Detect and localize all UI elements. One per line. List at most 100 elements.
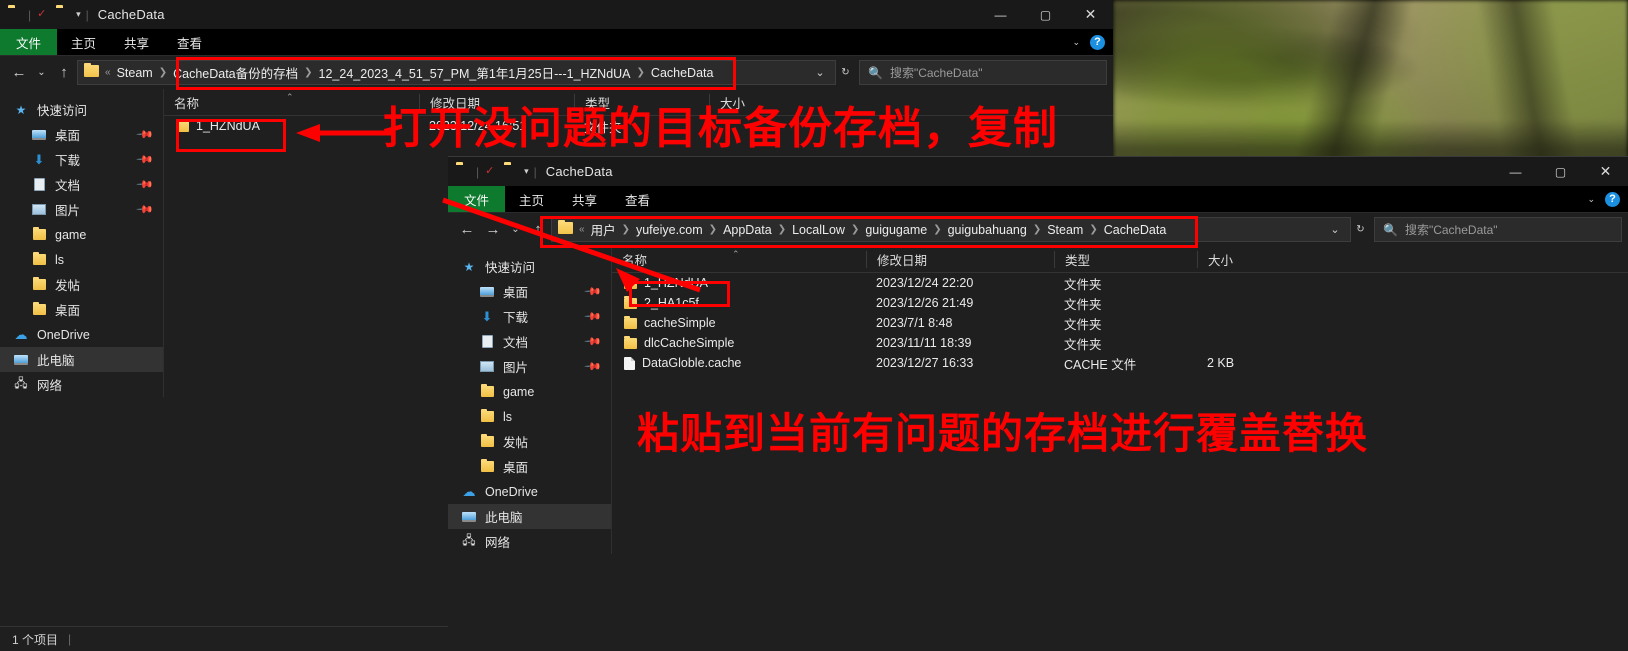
folder-icon	[32, 302, 46, 315]
table-row[interactable]: DataGloble.cache 2023/12/27 16:33 CACHE 文件…	[612, 353, 1628, 373]
address-bar-actions-2[interactable]: ⌄	[1324, 223, 1346, 236]
sidebar-item-3[interactable]: 文档 📌	[0, 172, 163, 197]
pin-icon[interactable]: 📌	[584, 282, 603, 301]
address-dropdown-icon[interactable]: ⌄	[809, 66, 831, 79]
cell-name[interactable]: cacheSimple	[612, 316, 866, 330]
sidebar-item-6[interactable]: ls	[448, 404, 611, 429]
sidebar-item-10[interactable]: 此电脑	[448, 504, 611, 529]
tab-share[interactable]: 共享	[558, 186, 611, 212]
new-folder-icon[interactable]	[56, 8, 71, 22]
cell-name[interactable]: DataGloble.cache	[612, 356, 866, 370]
pin-icon[interactable]: 📌	[136, 150, 155, 169]
maximize-button[interactable]: ▢	[1023, 0, 1068, 29]
sidebar-item-2[interactable]: ⬇ 下载 📌	[448, 304, 611, 329]
recent-locations-button[interactable]: ⌄	[506, 217, 525, 243]
properties-icon[interactable]	[36, 8, 51, 22]
sidebar-item-10[interactable]: 此电脑	[0, 347, 163, 372]
minimize-button[interactable]: —	[1493, 157, 1538, 186]
maximize-button[interactable]: ▢	[1538, 157, 1583, 186]
sidebar-item-7[interactable]: 发帖	[0, 272, 163, 297]
column-type[interactable]: 类型	[1054, 250, 1197, 268]
search-box-2[interactable]: 🔍 搜索"CacheData"	[1374, 217, 1622, 242]
minimize-button[interactable]: —	[978, 0, 1023, 29]
sidebar-item-5[interactable]: game	[0, 222, 163, 247]
pin-icon[interactable]: 📌	[136, 200, 155, 219]
sidebar-item-4[interactable]: 图片 📌	[0, 197, 163, 222]
file-rows-2[interactable]: 1_HZNdUA 2023/12/24 22:20 文件夹 2_HA1c5f 2023/…	[612, 273, 1628, 373]
column-size[interactable]: 大小	[1197, 250, 1317, 268]
help-icon[interactable]: ?	[1090, 34, 1105, 50]
titlebar-window2[interactable]: | ▾ | CacheData — ▢ ✕	[448, 157, 1628, 186]
pin-icon[interactable]: 📌	[584, 357, 603, 376]
back-button[interactable]: ←	[454, 217, 480, 243]
sidebar-item-9[interactable]: ☁ OneDrive	[0, 322, 163, 347]
tab-view[interactable]: 查看	[611, 186, 664, 212]
chevron-down-icon[interactable]: ▾	[76, 9, 81, 20]
sidebar-item-9[interactable]: ☁ OneDrive	[448, 479, 611, 504]
refresh-button[interactable]: ↻	[1351, 217, 1370, 243]
navigation-pane-2[interactable]: ★ 快速访问 桌面 📌 ⬇ 下载 📌 文档 📌 图片 📌 game ls 发帖 桌面 ☁ OneDrive 此电脑…	[448, 246, 611, 554]
sidebar-item-1[interactable]: 桌面 📌	[448, 279, 611, 304]
sidebar-item-11[interactable]: 🖧 网络	[448, 529, 611, 554]
expand-ribbon-icon[interactable]: ⌄	[1587, 194, 1595, 205]
titlebar-window1[interactable]: | ▾ | CacheData — ▢ ✕	[0, 0, 1113, 29]
sidebar-item-11[interactable]: 🖧 网络	[0, 372, 163, 397]
up-button[interactable]: ↑	[51, 60, 77, 86]
sidebar-item-2[interactable]: ⬇ 下载 📌	[0, 147, 163, 172]
cell-name[interactable]: dlcCacheSimple	[612, 336, 866, 350]
back-button[interactable]: ←	[6, 60, 32, 86]
close-button[interactable]: ✕	[1583, 157, 1628, 186]
tab-share[interactable]: 共享	[110, 29, 163, 55]
sidebar-item-0[interactable]: ★ 快速访问	[448, 254, 611, 279]
pin-icon[interactable]: 📌	[136, 125, 155, 144]
tab-view[interactable]: 查看	[163, 29, 216, 55]
ribbon-right-2[interactable]: ⌄ ?	[1587, 186, 1628, 212]
sidebar-item-7[interactable]: 发帖	[448, 429, 611, 454]
sidebar-item-4[interactable]: 图片 📌	[448, 354, 611, 379]
refresh-button[interactable]: ↻	[836, 60, 855, 86]
sidebar-item-1[interactable]: 桌面 📌	[0, 122, 163, 147]
pin-icon[interactable]: 📌	[584, 307, 603, 326]
navigation-pane-1[interactable]: ★ 快速访问 桌面 📌 ⬇ 下载 📌 文档 📌 图片 📌 game ls 发帖 桌面 ☁ OneDrive 此电脑…	[0, 89, 163, 397]
address-bar-actions-1[interactable]: ⌄	[809, 66, 831, 79]
quick-access-toolbar-2[interactable]: | ▾ |	[456, 165, 537, 179]
quick-access-toolbar-1[interactable]: | ▾ |	[8, 8, 89, 22]
sidebar-item-8[interactable]: 桌面	[0, 297, 163, 322]
new-folder-icon[interactable]	[504, 165, 519, 179]
sidebar-item-0[interactable]: ★ 快速访问	[0, 97, 163, 122]
chevron-down-icon[interactable]: ▾	[524, 166, 529, 177]
column-headers-2[interactable]: 名称 修改日期 类型 大小 ⌃	[612, 246, 1628, 273]
table-row[interactable]: 2_HA1c5f 2023/12/26 21:49 文件夹	[612, 293, 1628, 313]
forward-button[interactable]: →	[480, 217, 506, 243]
tab-home[interactable]: 主页	[505, 186, 558, 212]
ribbon-tabs-1[interactable]: 文件 主页 共享 查看 ⌄ ?	[0, 29, 1113, 56]
expand-ribbon-icon[interactable]: ⌄	[1072, 37, 1080, 48]
ribbon-tabs-2[interactable]: 文件 主页 共享 查看 ⌄ ?	[448, 186, 1628, 213]
tab-file[interactable]: 文件	[448, 186, 506, 212]
table-row[interactable]: cacheSimple 2023/7/1 8:48 文件夹	[612, 313, 1628, 333]
table-row[interactable]: dlcCacheSimple 2023/11/11 18:39 文件夹	[612, 333, 1628, 353]
sidebar-item-8[interactable]: 桌面	[448, 454, 611, 479]
column-modified[interactable]: 修改日期	[866, 250, 1054, 268]
pin-icon[interactable]: 📌	[136, 175, 155, 194]
properties-icon[interactable]	[484, 165, 499, 179]
tab-file[interactable]: 文件	[0, 29, 58, 55]
table-row[interactable]: 1_HZNdUA 2023/12/24 22:20 文件夹	[612, 273, 1628, 293]
address-dropdown-icon[interactable]: ⌄	[1324, 223, 1346, 236]
recent-locations-button[interactable]: ⌄	[32, 60, 51, 86]
search-input[interactable]: 搜索"CacheData"	[890, 64, 983, 81]
window-controls-1[interactable]: — ▢ ✕	[978, 0, 1113, 29]
sidebar-item-5[interactable]: game	[448, 379, 611, 404]
ribbon-right-1[interactable]: ⌄ ?	[1072, 29, 1113, 55]
pin-icon[interactable]: 📌	[584, 332, 603, 351]
tab-home[interactable]: 主页	[57, 29, 110, 55]
sidebar-item-3[interactable]: 文档 📌	[448, 329, 611, 354]
search-box-1[interactable]: 🔍 搜索"CacheData"	[859, 60, 1107, 85]
overflow-chevrons-icon[interactable]: «	[104, 67, 112, 78]
close-button[interactable]: ✕	[1068, 0, 1113, 29]
sidebar-item-6[interactable]: ls	[0, 247, 163, 272]
search-input[interactable]: 搜索"CacheData"	[1405, 221, 1498, 238]
breadcrumb-item[interactable]: Steam	[112, 66, 158, 80]
help-icon[interactable]: ?	[1605, 191, 1620, 207]
window-controls-2[interactable]: — ▢ ✕	[1493, 157, 1628, 186]
